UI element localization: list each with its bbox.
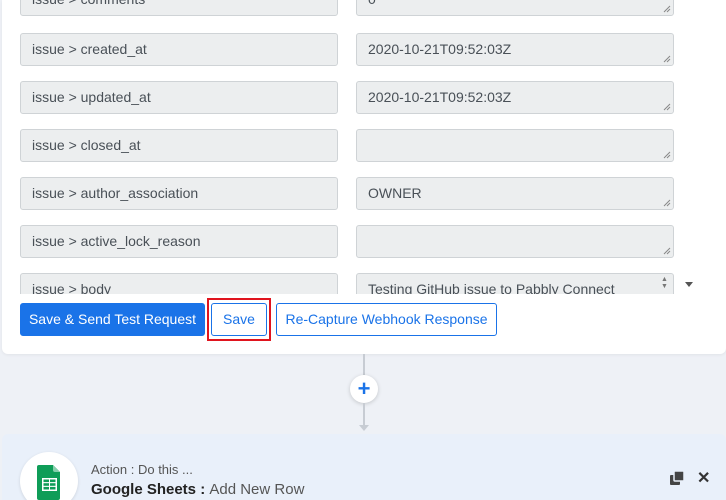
fields-scrollbar[interactable] — [680, 0, 697, 294]
field-value[interactable]: OWNER — [356, 177, 674, 210]
app-name: Google Sheets : — [91, 481, 206, 498]
copy-icon[interactable] — [669, 470, 685, 486]
field-value[interactable] — [356, 225, 674, 258]
resize-grip-icon[interactable] — [662, 4, 671, 13]
field-value[interactable]: 2020-10-21T09:52:03Z — [356, 33, 674, 66]
google-sheets-icon — [37, 465, 60, 500]
field-row: issue > body Testing GitHub issue to Pab… — [2, 273, 680, 294]
field-key: issue > comments — [20, 0, 338, 16]
connector-arrow-icon — [359, 425, 369, 431]
field-value-text: 0 — [368, 0, 376, 7]
field-key: issue > author_association — [20, 177, 338, 210]
scroll-down-arrow-icon[interactable] — [685, 282, 693, 287]
action-title: Google Sheets : Add New Row — [91, 481, 304, 498]
save-button[interactable]: Save — [211, 303, 267, 336]
field-key: issue > body — [20, 273, 338, 294]
field-value[interactable]: 0 — [356, 0, 674, 16]
resize-grip-icon[interactable] — [662, 150, 671, 159]
field-key: issue > updated_at — [20, 81, 338, 114]
action-event: Add New Row — [209, 481, 305, 498]
field-value[interactable]: Testing GitHub issue to Pabbly Connect ▲… — [356, 273, 674, 294]
action-step-card[interactable]: Action : Do this ... Google Sheets : Add… — [2, 434, 726, 500]
textarea-scroll-arrows-icon[interactable]: ▲ ▼ — [659, 275, 670, 291]
field-value-text: 2020-10-21T09:52:03Z — [368, 89, 512, 105]
connector-line — [363, 354, 365, 375]
scrollbar-track[interactable] — [680, 0, 697, 294]
field-row: issue > author_association OWNER — [2, 177, 680, 211]
resize-grip-icon[interactable] — [662, 102, 671, 111]
connector-line — [363, 403, 365, 425]
webhook-response-card: issue > comments 0 issue > created_at 20… — [2, 0, 726, 354]
field-row: issue > comments 0 — [2, 0, 680, 17]
field-value-text: 2020-10-21T09:52:03Z — [368, 41, 512, 57]
close-icon[interactable]: ✕ — [697, 468, 710, 488]
field-key: issue > closed_at — [20, 129, 338, 162]
field-row: issue > updated_at 2020-10-21T09:52:03Z — [2, 81, 680, 115]
google-sheets-logo — [20, 452, 78, 500]
recapture-webhook-response-button[interactable]: Re-Capture Webhook Response — [276, 303, 497, 336]
field-row: issue > created_at 2020-10-21T09:52:03Z — [2, 33, 680, 67]
field-key: issue > created_at — [20, 33, 338, 66]
field-row: issue > closed_at — [2, 129, 680, 163]
save-send-test-request-button[interactable]: Save & Send Test Request — [20, 303, 205, 336]
field-row: issue > active_lock_reason — [2, 225, 680, 259]
resize-grip-icon[interactable] — [662, 198, 671, 207]
field-value[interactable]: 2020-10-21T09:52:03Z — [356, 81, 674, 114]
field-value[interactable] — [356, 129, 674, 162]
field-value-text: Testing GitHub issue to Pabbly Connect — [368, 281, 615, 294]
action-label: Action : Do this ... — [91, 462, 193, 477]
response-fields-list[interactable]: issue > comments 0 issue > created_at 20… — [2, 0, 680, 294]
add-step-button[interactable]: + — [350, 375, 378, 403]
field-value-text: OWNER — [368, 185, 422, 201]
resize-grip-icon[interactable] — [662, 54, 671, 63]
field-key: issue > active_lock_reason — [20, 225, 338, 258]
resize-grip-icon[interactable] — [662, 246, 671, 255]
